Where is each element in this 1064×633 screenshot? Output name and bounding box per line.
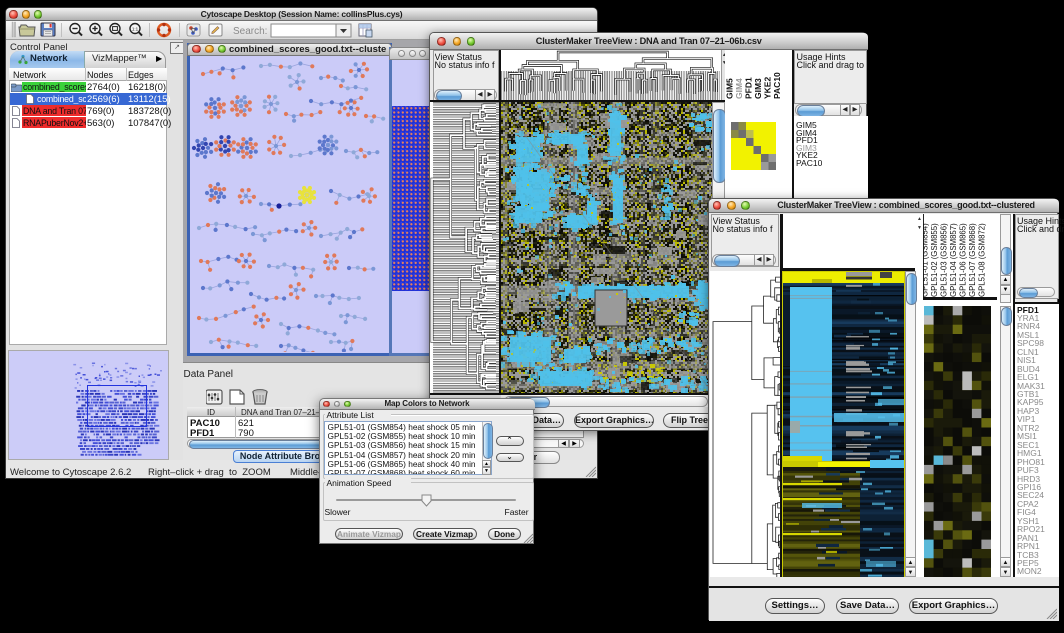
svg-text:GPL51-06 (GSM865): GPL51-06 (GSM865) [959, 223, 968, 297]
svg-text:GPL51-07 (GSM868): GPL51-07 (GSM868) [968, 223, 977, 297]
svg-text:GPL51-03 (GSM856): GPL51-03 (GSM856) [940, 223, 949, 297]
svg-text:Search:: Search: [233, 26, 267, 37]
svg-text:PFD1: PFD1 [744, 77, 754, 99]
svg-text:YKE2: YKE2 [763, 77, 773, 99]
svg-text:GPL51-04 (GSM857): GPL51-04 (GSM857) [949, 223, 958, 297]
svg-text:GPL51-01 (GSM854): GPL51-01 (GSM854) [923, 223, 930, 297]
svg-text:GPL51-08 (GSM872): GPL51-08 (GSM872) [978, 223, 987, 297]
svg-text:PAC10: PAC10 [772, 72, 782, 99]
svg-text:GIM4: GIM4 [734, 78, 744, 99]
svg-text:GPL51-02 (GSM855): GPL51-02 (GSM855) [930, 223, 939, 297]
svg-text:1:1: 1:1 [132, 26, 139, 31]
svg-text:GIM3: GIM3 [753, 78, 763, 99]
